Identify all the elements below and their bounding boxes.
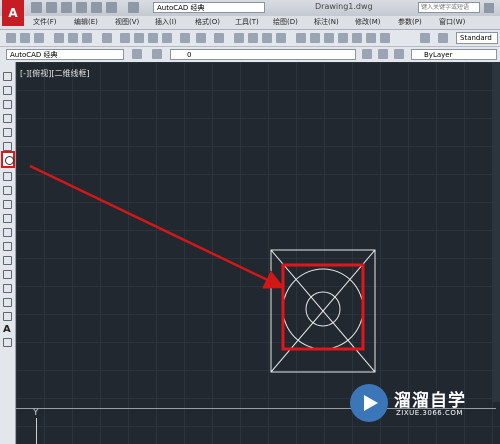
ucs-y-label: Y <box>33 408 39 418</box>
drawing-canvas <box>29 164 376 373</box>
watermark-logo-icon <box>350 384 388 422</box>
autocad-logo-icon[interactable]: A <box>2 0 24 26</box>
watermark-name: 溜溜自学 <box>394 391 466 411</box>
drawn-shape <box>270 249 376 373</box>
watermark-url: ZIXUE.3066.COM <box>396 409 463 417</box>
inner-circle <box>305 291 341 327</box>
annotation-arrow <box>29 164 285 289</box>
ucs-y-axis <box>36 418 37 444</box>
outer-circle <box>282 268 364 350</box>
watermark: 溜溜自学 ZIXUE.3066.COM <box>350 380 470 430</box>
